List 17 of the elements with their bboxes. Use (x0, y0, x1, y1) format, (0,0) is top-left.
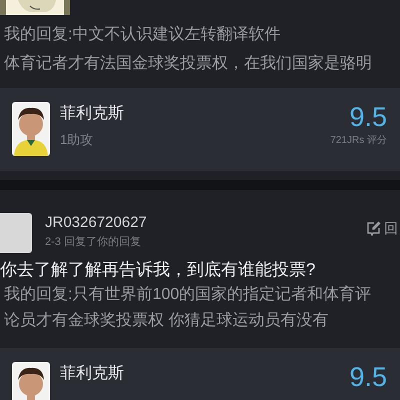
reply-text: 我的回复:中文不认识建议左转翻译软件 (4, 24, 282, 45)
player-card[interactable]: 菲利克斯 1助攻 9.5 721JRs 评分 (0, 88, 400, 171)
rating-score: 9.5 (349, 362, 387, 392)
player-stat: 1助攻 (60, 132, 94, 148)
player-name: 菲利克斯 (60, 364, 125, 384)
quoted-reply: 我的回复:只有世界前100的国家的指定记者和体育评论员才有金球奖投票权 你猜足球运动员有没有 (4, 284, 372, 331)
rating-score: 9.5 (349, 102, 387, 132)
rating-caption: 721JRs 评分 (330, 134, 387, 148)
player-name: 菲利克斯 (60, 104, 125, 124)
avatar (0, 213, 32, 253)
comment-text: 你去了解了解再告诉我，到底有谁能投票? (0, 259, 316, 281)
reply-text: 体育记者才有法国金球奖投票权，在我们国家是骆明 (4, 53, 373, 74)
reply-button[interactable]: 回 (366, 218, 398, 239)
player-card[interactable]: 菲利克斯 9.5 (0, 348, 400, 400)
comment-meta: 2-3 回复了你的回复 (45, 235, 142, 250)
edit-icon (366, 221, 381, 236)
username[interactable]: JR0326720627 (45, 213, 366, 233)
